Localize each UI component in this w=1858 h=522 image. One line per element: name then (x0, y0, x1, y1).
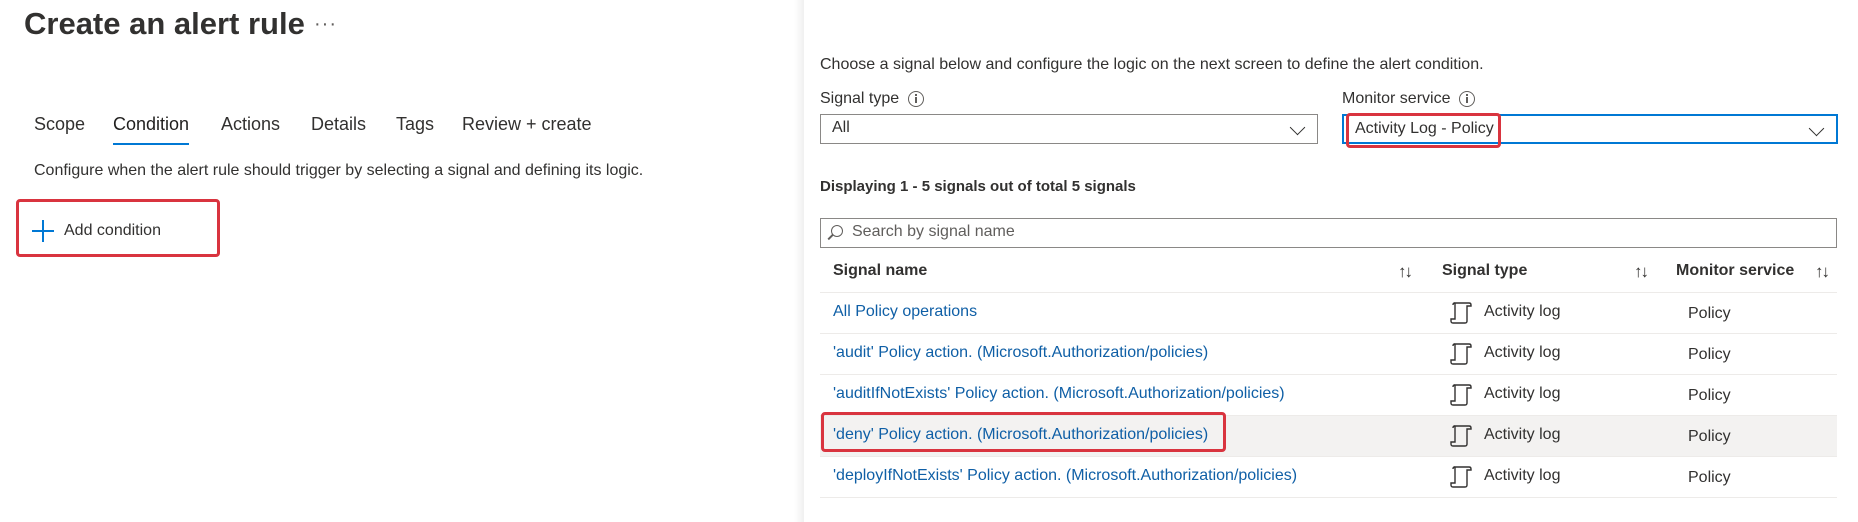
table-row[interactable]: 'deployIfNotExists' Policy action. (Micr… (820, 457, 1837, 498)
signal-type-text: Activity log (1484, 385, 1561, 402)
search-icon (831, 225, 843, 237)
activity-log-icon (1450, 425, 1472, 447)
active-tab-underline (113, 143, 190, 145)
table-row[interactable]: 'audit' Policy action. (Microsoft.Author… (820, 334, 1837, 375)
condition-description: Configure when the alert rule should tri… (34, 162, 644, 179)
plus-icon (32, 220, 54, 242)
page-title: Create an alert rule (24, 6, 305, 41)
table-header: Signal name ↑↓ Signal type ↑↓ Monitor se… (820, 252, 1837, 293)
monitor-service-cell: Policy (1688, 305, 1731, 322)
monitor-service-cell: Policy (1688, 346, 1731, 363)
panel-title-clipped (870, 0, 980, 8)
signal-intro-text: Choose a signal below and configure the … (820, 56, 1484, 73)
column-signal-name[interactable]: Signal name (833, 262, 927, 280)
info-icon[interactable] (908, 91, 925, 107)
activity-log-icon (1450, 466, 1472, 488)
sort-icon[interactable]: ↑↓ (1398, 262, 1413, 282)
monitor-service-cell: Policy (1688, 428, 1731, 445)
signal-type-text: Activity log (1484, 303, 1561, 320)
tab-condition[interactable]: Condition (113, 110, 190, 145)
signal-type-cell: Activity log (1450, 300, 1560, 324)
tab-tags[interactable]: Tags (396, 110, 434, 138)
table-row[interactable]: 'auditIfNotExists' Policy action. (Micro… (820, 375, 1837, 416)
signals-table: Signal name ↑↓ Signal type ↑↓ Monitor se… (820, 252, 1837, 498)
chevron-down-icon (1808, 120, 1825, 137)
add-condition-button[interactable]: Add condition (32, 211, 161, 251)
signal-name-link[interactable]: 'deployIfNotExists' Policy action. (Micr… (833, 467, 1297, 485)
search-input[interactable]: Search by signal name (820, 218, 1837, 248)
search-placeholder: Search by signal name (852, 223, 1015, 240)
monitor-service-cell: Policy (1688, 469, 1731, 486)
tab-actions[interactable]: Actions (221, 110, 280, 138)
signal-type-cell: Activity log (1450, 423, 1560, 447)
table-row[interactable]: All Policy operations Activity log Polic… (820, 293, 1837, 334)
monitor-service-label: Monitor service (1342, 90, 1476, 108)
signal-type-dropdown[interactable]: All (820, 114, 1318, 144)
signal-type-text: Activity log (1484, 467, 1561, 484)
signal-type-cell: Activity log (1450, 382, 1560, 406)
monitor-service-dropdown[interactable]: Activity Log - Policy (1342, 114, 1838, 144)
monitor-service-value: Activity Log - Policy (1355, 120, 1494, 137)
signal-name-link[interactable]: All Policy operations (833, 303, 977, 321)
tab-condition-label: Condition (113, 114, 190, 134)
activity-log-icon (1450, 384, 1472, 406)
signal-name-link[interactable]: 'auditIfNotExists' Policy action. (Micro… (833, 385, 1285, 403)
monitor-service-label-text: Monitor service (1342, 90, 1451, 107)
tab-scope[interactable]: Scope (34, 110, 85, 138)
signal-type-cell: Activity log (1450, 341, 1560, 365)
left-pane: Create an alert rule ··· Scope Condition… (0, 0, 800, 522)
more-options-button[interactable]: ··· (314, 12, 337, 36)
signals-count-text: Displaying 1 - 5 signals out of total 5 … (820, 178, 1136, 195)
sort-icon[interactable]: ↑↓ (1634, 262, 1649, 282)
activity-log-icon (1450, 302, 1472, 324)
tab-review-create[interactable]: Review + create (462, 110, 592, 138)
tab-details[interactable]: Details (311, 110, 366, 138)
column-monitor-service[interactable]: Monitor service (1676, 262, 1794, 280)
add-condition-label: Add condition (64, 222, 161, 239)
signal-type-text: Activity log (1484, 344, 1561, 361)
info-icon[interactable] (1459, 91, 1476, 107)
signal-type-label: Signal type (820, 90, 925, 108)
signal-type-cell: Activity log (1450, 464, 1560, 488)
pane-divider (794, 0, 804, 522)
sort-icon[interactable]: ↑↓ (1815, 262, 1830, 282)
signal-type-label-text: Signal type (820, 90, 900, 107)
signal-type-text: Activity log (1484, 426, 1561, 443)
column-signal-type[interactable]: Signal type (1442, 262, 1527, 280)
signal-name-link[interactable]: 'audit' Policy action. (Microsoft.Author… (833, 344, 1208, 362)
chevron-down-icon (1289, 119, 1306, 136)
activity-log-icon (1450, 343, 1472, 365)
monitor-service-cell: Policy (1688, 387, 1731, 404)
signal-type-value: All (832, 119, 850, 136)
signal-name-link[interactable]: 'deny' Policy action. (Microsoft.Authori… (833, 426, 1208, 444)
table-row-selected[interactable]: 'deny' Policy action. (Microsoft.Authori… (820, 416, 1837, 457)
